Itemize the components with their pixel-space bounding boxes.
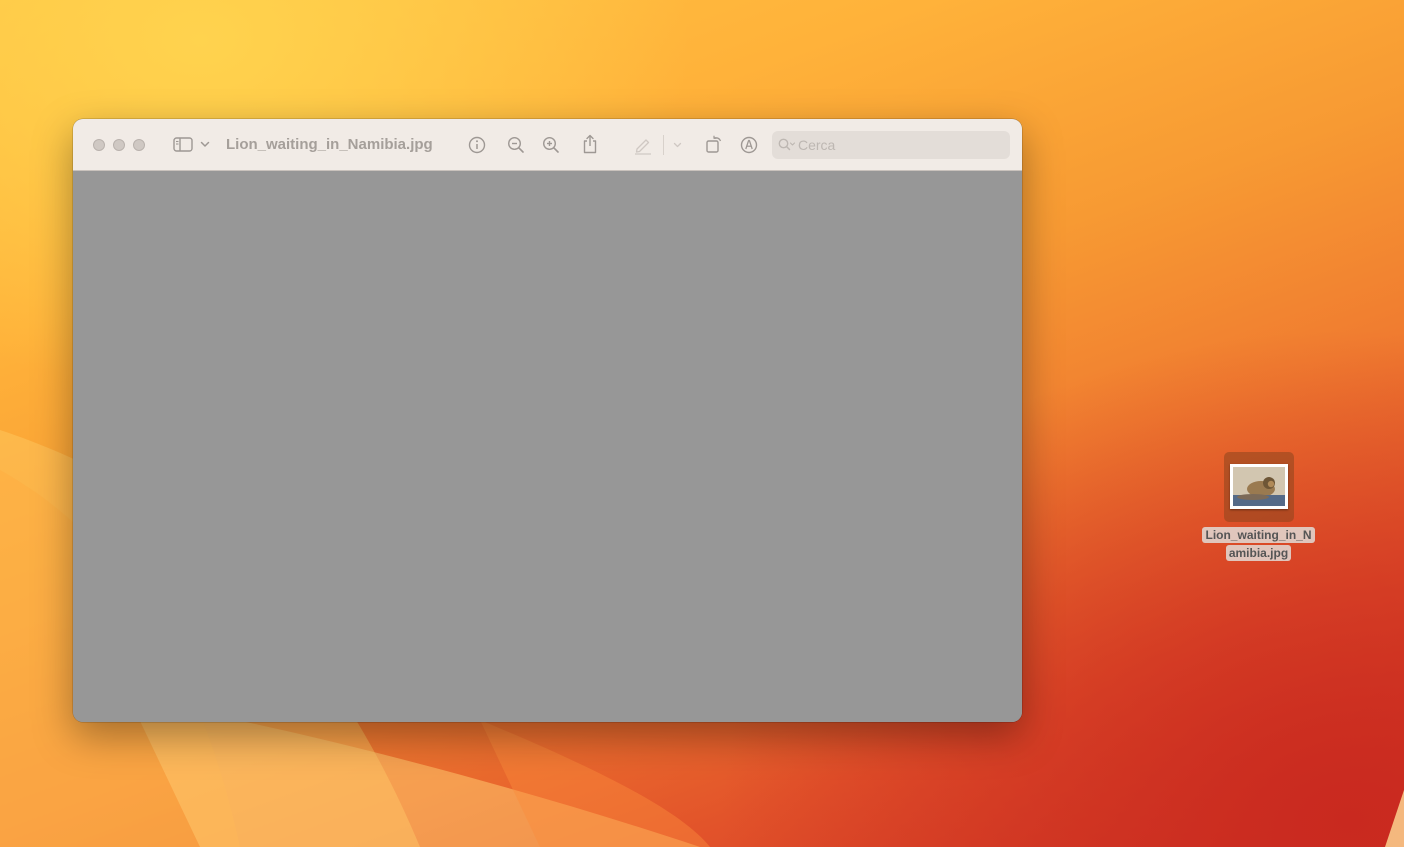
search-input[interactable] <box>798 135 998 155</box>
markup-circle-icon <box>740 136 758 154</box>
share-button[interactable] <box>581 133 599 155</box>
info-icon <box>468 136 486 154</box>
image-thumbnail <box>1230 464 1288 509</box>
search-field[interactable] <box>772 131 1010 159</box>
close-window-button[interactable] <box>93 139 105 151</box>
preview-window: Lion_waiting_in_Namibia.jpg <box>73 119 1022 722</box>
share-icon <box>583 134 597 154</box>
sidebar-toggle-button[interactable] <box>173 136 193 153</box>
markup-options-button[interactable] <box>672 141 682 149</box>
rotate-icon <box>706 135 722 153</box>
zoom-window-button[interactable] <box>133 139 145 151</box>
toolbar-divider <box>663 135 664 155</box>
zoom-out-icon <box>507 136 524 153</box>
lion-thumbnail-image <box>1233 467 1285 506</box>
zoom-in-button[interactable] <box>542 136 560 154</box>
titlebar: Lion_waiting_in_Namibia.jpg <box>73 119 1022 171</box>
file-name-line1: Lion_waiting_in_N <box>1202 527 1315 543</box>
rotate-button[interactable] <box>705 134 723 154</box>
markup-toolbar-button[interactable] <box>740 136 758 154</box>
markup-pen-icon <box>635 139 651 155</box>
desktop-file-label[interactable]: Lion_waiting_in_N amibia.jpg <box>1199 526 1318 562</box>
desktop: Lion_waiting_in_N amibia.jpg Cerca Lion_w… <box>0 0 1404 847</box>
zoom-out-button[interactable] <box>507 136 525 154</box>
chevron-down-icon <box>673 142 681 148</box>
info-button[interactable] <box>468 136 486 154</box>
image-canvas[interactable] <box>73 171 1022 722</box>
chevron-down-icon <box>200 141 210 147</box>
sidebar-toggle-icon <box>173 137 193 152</box>
window-title: Lion_waiting_in_Namibia.jpg <box>226 136 433 153</box>
minimize-window-button[interactable] <box>113 139 125 151</box>
zoom-in-icon <box>542 136 559 153</box>
sidebar-options-button[interactable] <box>200 139 210 149</box>
markup-pen-button[interactable] <box>633 135 653 155</box>
file-name-line2: amibia.jpg <box>1225 545 1292 561</box>
desktop-file-icon[interactable] <box>1224 452 1294 522</box>
search-icon <box>778 138 796 157</box>
